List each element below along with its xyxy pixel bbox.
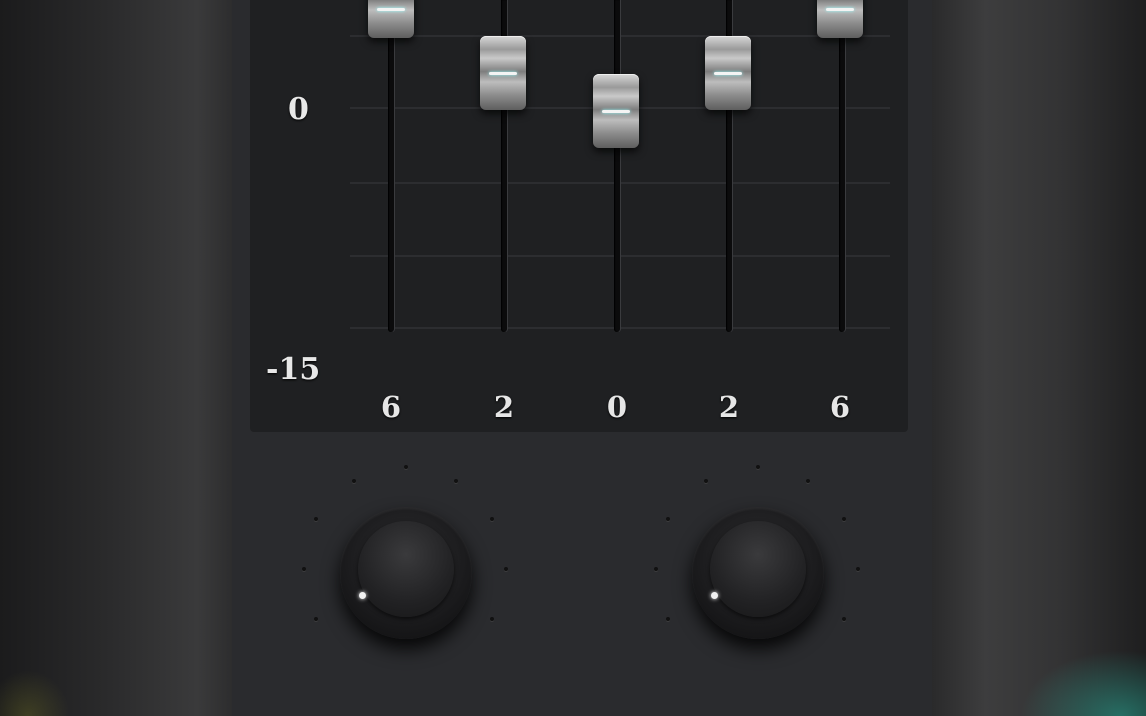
knob-tick-dot <box>756 465 760 469</box>
knob-tick-dot <box>842 617 846 621</box>
knob-cap <box>710 521 806 617</box>
fader-thumb-band-1[interactable] <box>368 0 414 38</box>
knob-tick-dot <box>666 617 670 621</box>
grid-line <box>350 35 890 37</box>
fader-track <box>388 0 394 332</box>
grid-line <box>350 182 890 184</box>
knob-cap <box>358 521 454 617</box>
fader-thumb-band-4[interactable] <box>705 36 751 110</box>
knob-tick-dot <box>404 465 408 469</box>
knob-tick-dot <box>302 567 306 571</box>
knob-tick-dot <box>314 517 318 521</box>
knob-tick-dot <box>352 479 356 483</box>
thumb-grip <box>489 72 517 75</box>
knob-tick-dot <box>454 479 458 483</box>
thumb-grip <box>826 8 854 11</box>
right-background <box>932 0 1146 716</box>
knob-tick-dot <box>666 517 670 521</box>
scale-top-label: 0 <box>288 92 309 127</box>
band-label-5: 6 <box>829 390 851 424</box>
fader-thumb-band-3[interactable] <box>593 74 639 148</box>
knob-tick-dot <box>704 479 708 483</box>
left-knob[interactable] <box>340 507 472 639</box>
left-background <box>0 0 232 716</box>
thumb-grip <box>377 8 405 11</box>
thumb-grip <box>602 110 630 113</box>
fader-thumb-band-5[interactable] <box>817 0 863 38</box>
knob-tick-dot <box>314 617 318 621</box>
fader-thumb-band-2[interactable] <box>480 36 526 110</box>
grid-line <box>350 327 890 329</box>
band-label-2: 2 <box>493 390 515 424</box>
fader-track <box>614 0 620 332</box>
knob-indicator <box>711 592 718 599</box>
knob-indicator <box>359 592 366 599</box>
knob-tick-dot <box>842 517 846 521</box>
grid-line <box>350 255 890 257</box>
left-glow <box>0 670 70 716</box>
knob-tick-dot <box>490 617 494 621</box>
equalizer-panel: 0 -15 6 2 0 2 6 <box>250 0 908 432</box>
right-glow <box>1020 650 1146 716</box>
band-label-1: 6 <box>380 390 402 424</box>
band-label-4: 2 <box>718 390 740 424</box>
knob-tick-dot <box>490 517 494 521</box>
left-knob-area <box>296 455 516 655</box>
right-knob-area <box>648 455 868 655</box>
thumb-grip <box>714 72 742 75</box>
knob-tick-dot <box>856 567 860 571</box>
right-knob[interactable] <box>692 507 824 639</box>
band-label-3: 0 <box>606 390 628 424</box>
scale-bottom-label: -15 <box>266 352 321 387</box>
knob-tick-dot <box>654 567 658 571</box>
knob-tick-dot <box>504 567 508 571</box>
fader-track <box>839 0 845 332</box>
knob-tick-dot <box>806 479 810 483</box>
